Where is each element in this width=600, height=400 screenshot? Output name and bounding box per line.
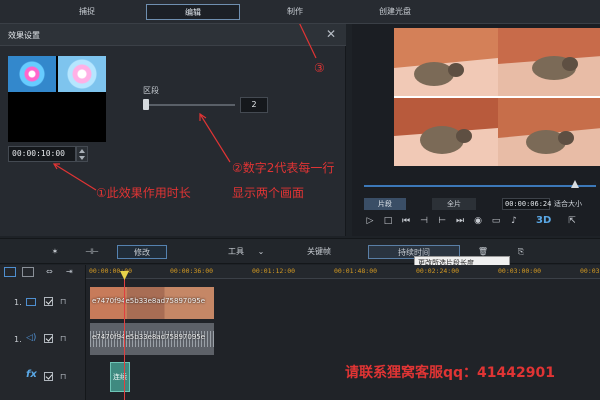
track-enable-checkbox[interactable] (44, 297, 53, 306)
effect-settings-panel: 效果设置 ✕ 00:00:10:00 区段 2 (0, 24, 346, 236)
magic-wand-icon[interactable]: ✶ (48, 245, 62, 259)
play-icon[interactable]: ▷ (364, 215, 376, 227)
fit-timeline-icon[interactable]: ⇔ (46, 267, 56, 277)
tab-create-disc[interactable]: 创建光盘 (354, 4, 436, 20)
volume-icon[interactable]: ♪ (508, 215, 520, 227)
annotation-number-3: ③ (314, 61, 325, 75)
ruler-tick: 00:01:48:00 (334, 267, 378, 275)
annotation-arrows (52, 24, 317, 191)
playhead[interactable] (124, 273, 125, 400)
track-view-icon[interactable] (4, 267, 16, 277)
timeline-toolbar: ✶ ⊣⊢ 修改 工具 ⌄ 关键帧 持续时间 🗑 ⎘ (0, 238, 600, 264)
preview-mode-project[interactable]: 全片 (432, 198, 476, 210)
storyboard-icon[interactable] (22, 267, 34, 277)
contact-annotation: 请联系狸窝客服qq：41442901 (345, 365, 555, 381)
preview-panel: 片段 全片 00:00:06:24 适合大小 ▷ □ ⏮ ⊣ ⊢ ⏭ ◉ ▭ ♪… (352, 24, 600, 236)
split-icon[interactable]: ⊣⊢ (84, 245, 100, 259)
video-clip[interactable]: e7470f94e5b33e8ad75897095e (90, 287, 214, 319)
ruler-tick: 00:02:24:00 (416, 267, 460, 275)
preview-scrub-bar[interactable] (364, 185, 596, 187)
ruler-tick: 00:03:00:00 (498, 267, 542, 275)
track-enable-checkbox[interactable] (44, 334, 53, 343)
snapshot-icon[interactable]: ◉ (472, 215, 484, 227)
audio-track-icon: ◁) (26, 333, 37, 343)
preview-scrub-handle[interactable] (571, 180, 579, 188)
keyframe-button[interactable]: 关键帧 (302, 245, 336, 259)
clip-name: e7470f94e5b33e8ad75897095e (92, 333, 206, 341)
annotation-duration: ①此效果作用时长 (96, 186, 191, 200)
ruler-tick: 00:01:12:00 (252, 267, 296, 275)
annotation-segment-line2: 显示两个画面 (232, 186, 305, 200)
subtitle-icon[interactable]: ▭ (490, 215, 502, 227)
export-icon[interactable]: ⎘ (514, 245, 528, 259)
track-headers: ⇔ ⇥ 1. ⊓ 1. ◁) ⊓ fx ⊓ (0, 265, 86, 400)
track-enable-checkbox[interactable] (44, 372, 53, 381)
lock-icon[interactable]: ⊓ (60, 297, 68, 306)
track-label: 1. (14, 298, 22, 307)
fx-clip[interactable]: 连续 (110, 362, 130, 392)
lock-icon[interactable]: ⊓ (60, 372, 68, 381)
tab-produce[interactable]: 制作 (258, 4, 332, 20)
fit-size-dropdown[interactable]: 适合大小 (554, 198, 582, 210)
preview-mode-clip[interactable]: 片段 (364, 198, 406, 210)
zoom-icon[interactable]: ⇥ (66, 267, 76, 277)
tab-capture[interactable]: 捕捉 (50, 4, 124, 20)
annotation-segment-line1: ②数字2代表每一行 (232, 161, 335, 175)
preview-timecode[interactable]: 00:00:06:24 (502, 198, 551, 210)
stop-icon[interactable]: □ (382, 215, 394, 227)
track-label: 1. (14, 335, 22, 344)
next-icon[interactable]: ⏭ (454, 215, 466, 227)
preview-video (394, 28, 600, 166)
tab-edit[interactable]: 编辑 (146, 4, 240, 20)
ruler-tick: 00:00:36:00 (170, 267, 214, 275)
mark-in-icon[interactable]: ⊣ (418, 215, 430, 227)
split-screen-frames (394, 28, 600, 166)
ruler-tick: 00:03:36:00 (580, 267, 600, 275)
fx-track-icon: fx (26, 369, 37, 380)
clip-name: e7470f94e5b33e8ad75897095e (92, 297, 206, 305)
mode-tab-bar: 捕捉 编辑 制作 创建光盘 (0, 0, 600, 24)
modify-button[interactable]: 修改 (117, 245, 167, 259)
mark-out-icon[interactable]: ⊢ (436, 215, 448, 227)
3d-badge[interactable]: 3D (536, 215, 556, 227)
video-track-icon (26, 298, 36, 306)
timeline-ruler[interactable]: 00:00:00:00 00:00:36:00 00:01:12:00 00:0… (86, 265, 600, 279)
tools-menu[interactable]: 工具 (224, 245, 248, 259)
audio-clip[interactable]: e7470f94e5b33e8ad75897095e (90, 323, 214, 355)
lock-icon[interactable]: ⊓ (60, 334, 68, 343)
popout-icon[interactable]: ⇱ (566, 215, 578, 227)
prev-icon[interactable]: ⏮ (400, 215, 412, 227)
chevron-down-icon[interactable]: ⌄ (256, 245, 266, 259)
